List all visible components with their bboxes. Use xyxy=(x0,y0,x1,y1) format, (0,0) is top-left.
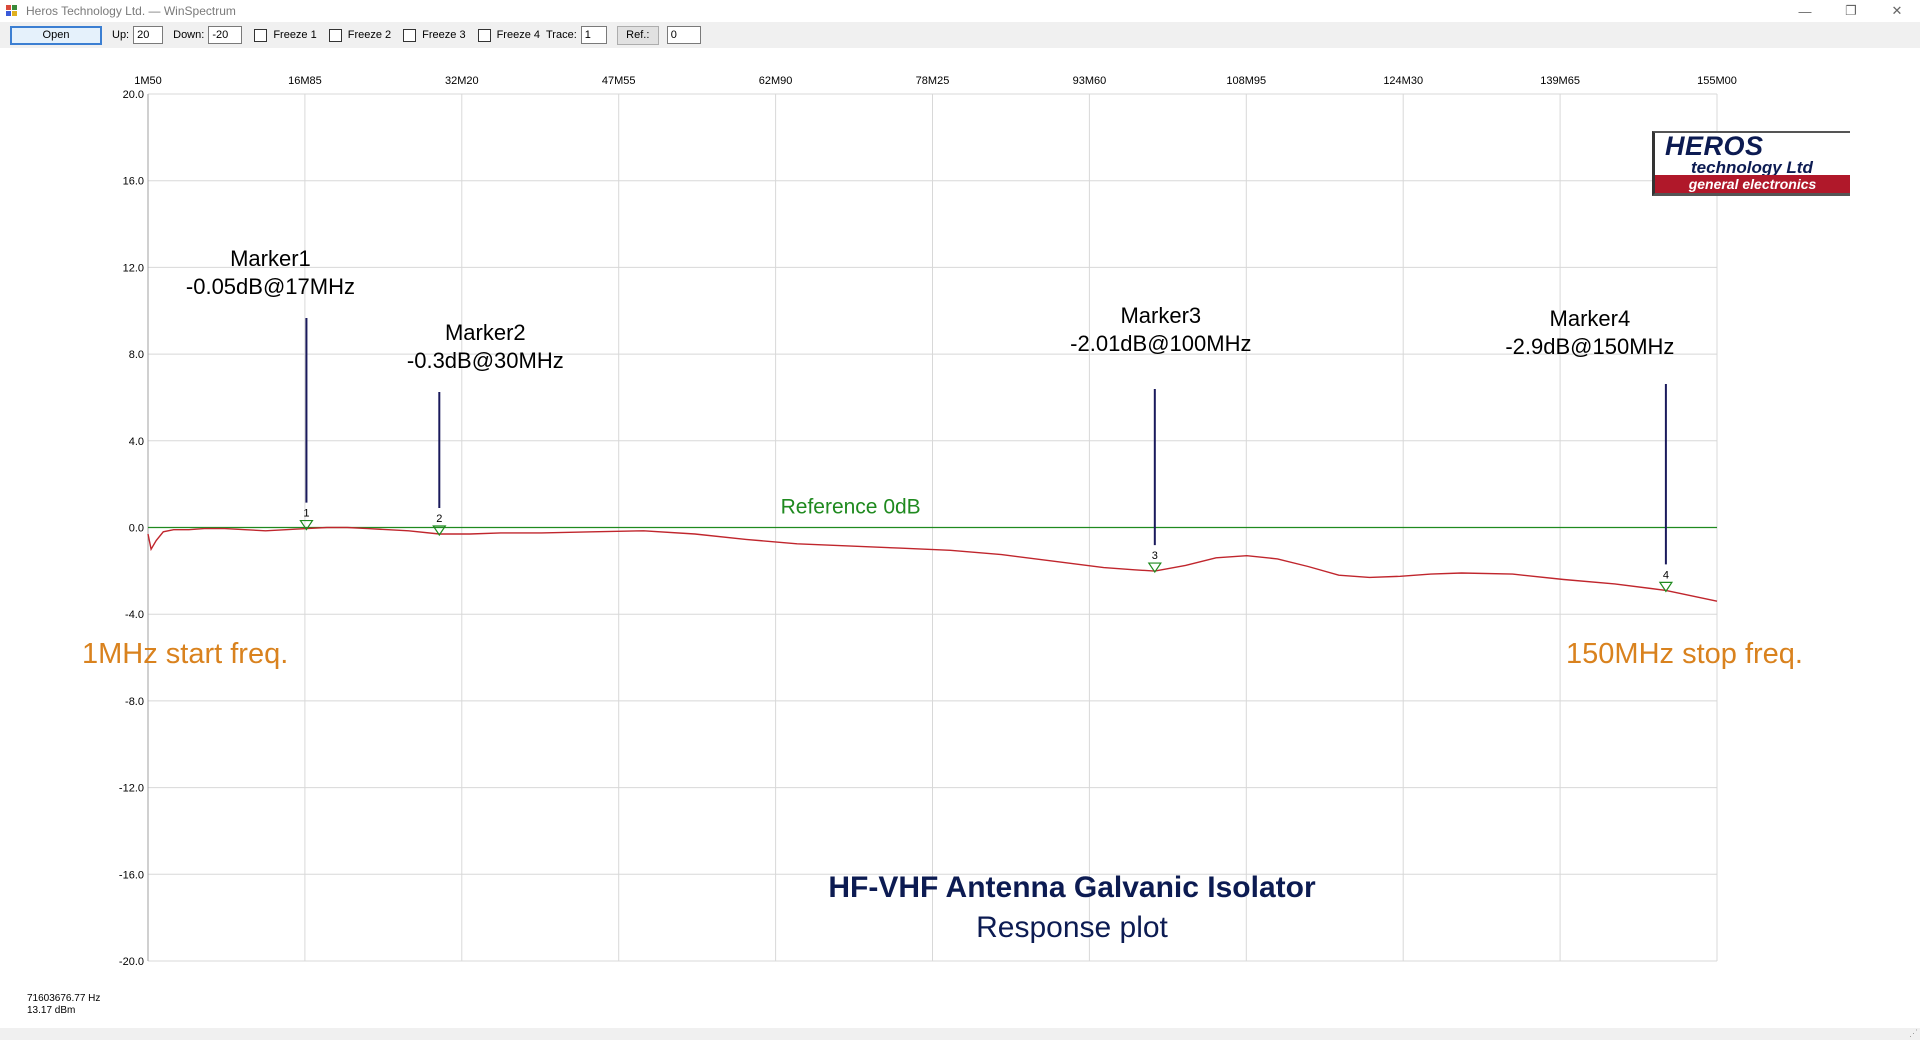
toolbar: Open Up: 20 Down: -20 Freeze 1 Freeze 2 … xyxy=(0,22,1920,48)
freeze3-checkbox[interactable]: Freeze 3 xyxy=(403,28,466,42)
y-tick-label: -20.0 xyxy=(119,956,144,968)
down-label: Down: xyxy=(173,29,205,41)
restore-button[interactable]: ❐ xyxy=(1828,0,1874,22)
marker-number: 3 xyxy=(1152,550,1158,562)
y-tick-label: 4.0 xyxy=(129,436,144,448)
x-tick-label: 78M25 xyxy=(916,75,950,87)
marker-number: 4 xyxy=(1663,569,1669,581)
resize-grip-icon[interactable]: ⋰ xyxy=(1909,1028,1918,1039)
y-tick-label: 12.0 xyxy=(123,262,144,274)
reference-label: Reference 0dB xyxy=(781,496,921,519)
up-label: Up: xyxy=(112,29,130,41)
x-tick-label: 32M20 xyxy=(445,75,479,87)
window-controls: — ❐ ✕ xyxy=(1782,0,1920,22)
title-bar: Heros Technology Ltd. — WinSpectrum — ❐ … xyxy=(0,0,1920,22)
status-level: 13.17 dBm xyxy=(27,1005,76,1016)
plot-area: 1M50 16M85 32M20 47M55 62M90 78M25 93M60 108M95… xyxy=(0,48,1920,1028)
freeze4-label: Freeze 4 xyxy=(496,29,540,41)
freeze1-label: Freeze 1 xyxy=(273,29,317,41)
x-tick-label: 93M60 xyxy=(1073,75,1107,87)
start-freq-annotation: 1MHz start freq. xyxy=(82,638,288,670)
ref-button[interactable]: Ref.: xyxy=(616,25,659,45)
x-tick-label: 62M90 xyxy=(759,75,793,87)
up-input[interactable]: 20 xyxy=(133,26,164,44)
freeze1-checkbox[interactable]: Freeze 1 xyxy=(254,28,317,42)
checkbox-box xyxy=(477,28,491,42)
freeze2-label: Freeze 2 xyxy=(347,29,392,41)
freeze4-checkbox[interactable]: Freeze 4 xyxy=(477,28,540,42)
x-tick-label: 139M65 xyxy=(1540,75,1580,87)
x-tick-label: 124M30 xyxy=(1383,75,1423,87)
x-tick-label: 1M50 xyxy=(134,75,162,87)
marker-value: -2.01dB@100MHz xyxy=(1070,331,1251,356)
marker-number: 1 xyxy=(303,508,309,520)
checkbox-box xyxy=(403,28,417,42)
marker-value: -0.05dB@17MHz xyxy=(186,274,355,299)
status-bar: ⋰ xyxy=(0,1028,1920,1040)
trace-label: Trace: xyxy=(546,29,577,41)
down-input[interactable]: -20 xyxy=(208,26,243,44)
y-tick-label: -12.0 xyxy=(119,783,144,795)
chart-subtitle: Response plot xyxy=(976,911,1168,944)
y-tick-label: -16.0 xyxy=(119,869,144,881)
checkbox-box xyxy=(328,28,342,42)
checkbox-box xyxy=(254,28,268,42)
marker-name: Marker3 xyxy=(1120,303,1201,328)
freeze3-label: Freeze 3 xyxy=(422,29,466,41)
x-tick-label: 155M00 xyxy=(1697,75,1737,87)
status-frequency: 71603676.77 Hz xyxy=(27,993,101,1004)
x-tick-label: 108M95 xyxy=(1226,75,1266,87)
marker-value: -0.3dB@30MHz xyxy=(407,348,564,373)
y-tick-label: -4.0 xyxy=(125,609,144,621)
app-icon xyxy=(6,5,18,17)
logo-bar: general electronics xyxy=(1652,175,1850,196)
marker-number: 2 xyxy=(436,513,442,525)
logo-top: HEROS technology Ltd xyxy=(1652,131,1850,177)
chart-title: HF-VHF Antenna Galvanic Isolator xyxy=(828,871,1316,904)
marker-name: Marker2 xyxy=(445,320,526,345)
close-button[interactable]: ✕ xyxy=(1874,0,1920,22)
y-tick-label: 20.0 xyxy=(123,89,144,101)
window-title: Heros Technology Ltd. — WinSpectrum xyxy=(26,4,236,18)
status-readout: 71603676.77 Hz 13.17 dBm xyxy=(27,993,100,1017)
open-button[interactable]: Open xyxy=(10,25,102,45)
y-tick-label: 8.0 xyxy=(129,349,144,361)
y-tick-label: 16.0 xyxy=(123,176,144,188)
y-tick-label: -8.0 xyxy=(125,696,144,708)
minimize-button[interactable]: — xyxy=(1782,0,1828,22)
x-tick-label: 16M85 xyxy=(288,75,322,87)
marker-name: Marker4 xyxy=(1550,306,1631,331)
x-tick-label: 47M55 xyxy=(602,75,636,87)
marker-value: -2.9dB@150MHz xyxy=(1505,334,1674,359)
ref-input[interactable]: 0 xyxy=(666,26,701,44)
heros-logo: HEROS technology Ltd general electronics xyxy=(1652,131,1850,203)
freeze2-checkbox[interactable]: Freeze 2 xyxy=(328,28,392,42)
marker-name: Marker1 xyxy=(230,246,311,271)
trace-input[interactable]: 1 xyxy=(580,26,607,44)
y-tick-label: 0.0 xyxy=(129,523,144,535)
response-chart: 1M50 16M85 32M20 47M55 62M90 78M25 93M60 108M95… xyxy=(82,75,1803,968)
stop-freq-annotation: 150MHz stop freq. xyxy=(1566,638,1803,670)
